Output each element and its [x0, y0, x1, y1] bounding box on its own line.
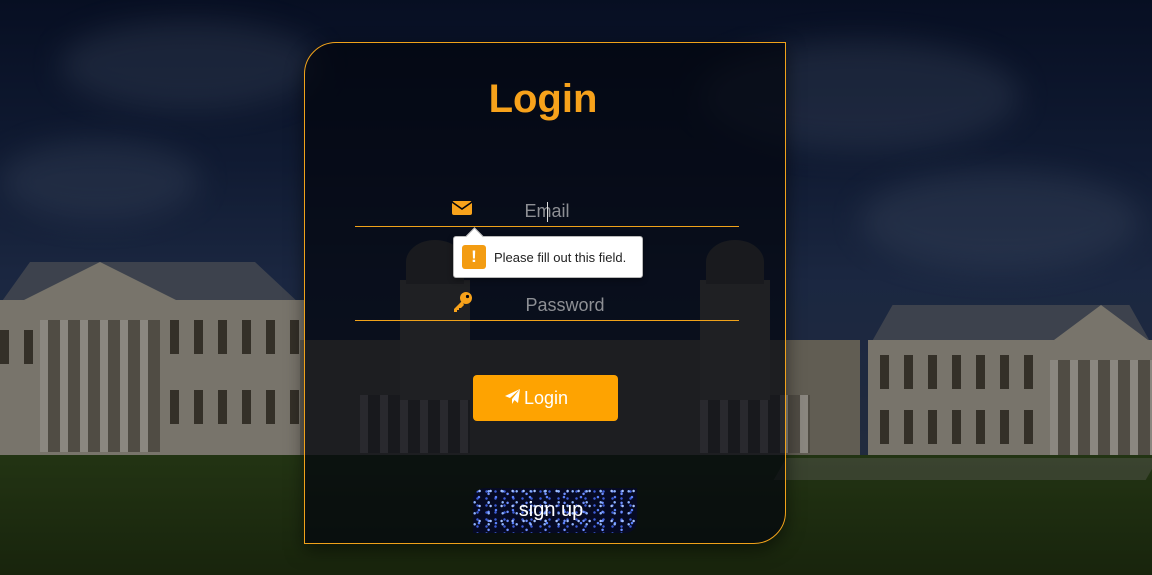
signup-button[interactable]: sign up	[473, 488, 637, 533]
login-button-label: Login	[524, 388, 569, 408]
login-button[interactable]: Login	[473, 375, 618, 421]
key-icon	[451, 291, 473, 312]
validation-message: Please fill out this field.	[494, 250, 627, 265]
password-field	[355, 285, 739, 321]
text-caret	[547, 202, 548, 222]
password-input[interactable]	[495, 293, 635, 317]
login-card: Login ! Please fill out this field.	[304, 42, 786, 544]
signup-button-label: sign up	[518, 499, 584, 521]
warning-icon: !	[462, 245, 486, 269]
login-title: Login	[488, 77, 598, 121]
email-field	[355, 191, 739, 227]
paper-plane-icon	[504, 388, 521, 405]
validation-tooltip: ! Please fill out this field.	[453, 236, 643, 278]
envelope-icon	[451, 199, 473, 219]
